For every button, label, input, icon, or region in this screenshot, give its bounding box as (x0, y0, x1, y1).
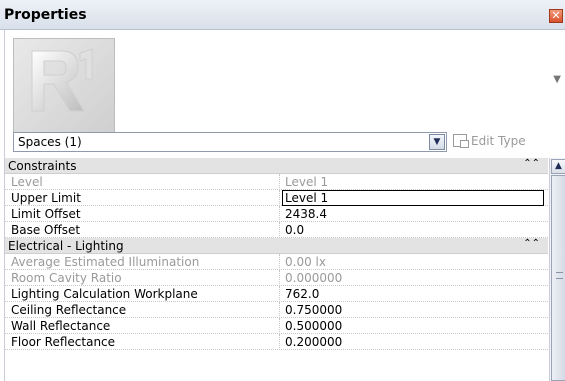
property-name: Room Cavity Ratio (11, 271, 122, 285)
edit-type-icon (453, 134, 469, 148)
type-preview-image (13, 38, 115, 134)
property-row-upper-limit[interactable]: Upper Limit Level 1 (5, 190, 548, 206)
group-header-electrical-lighting[interactable]: Electrical - Lighting ⌃⌃ (5, 238, 548, 254)
group-label: Constraints (8, 159, 77, 173)
edit-type-button[interactable]: Edit Type (453, 134, 526, 148)
properties-panel: ▼ Spaces (1) ▼ Edit Type Constraints ⌃⌃ … (4, 30, 565, 381)
scroll-up-icon[interactable]: ▲ (551, 159, 565, 174)
property-row-level: Level Level 1 (5, 174, 548, 190)
double-chevron-up-icon[interactable]: ⌃⌃ (523, 158, 540, 169)
scrollbar-thumb[interactable] (551, 175, 565, 381)
title-bar: Properties ✕ (0, 0, 565, 30)
properties-grid: Constraints ⌃⌃ Level Level 1 Upper Limit… (5, 158, 548, 350)
property-value[interactable]: 0.750000 (285, 303, 342, 317)
chevron-down-icon[interactable]: ▼ (429, 134, 445, 150)
property-name: Base Offset (11, 223, 81, 237)
close-icon[interactable]: ✕ (549, 9, 563, 23)
preview-dropdown-arrow-icon[interactable]: ▼ (553, 74, 561, 85)
group-header-constraints[interactable]: Constraints ⌃⌃ (5, 158, 548, 174)
property-name: Ceiling Reflectance (11, 303, 127, 317)
revit-logo-icon (31, 48, 93, 112)
property-value: 0.000000 (285, 271, 343, 285)
property-name: Upper Limit (11, 191, 81, 205)
property-row-average-estimated-illumination: Average Estimated Illumination 0.00 lx (5, 254, 548, 270)
property-row-ceiling-reflectance[interactable]: Ceiling Reflectance 0.750000 (5, 302, 548, 318)
property-row-room-cavity-ratio: Room Cavity Ratio 0.000000 (5, 270, 548, 286)
property-name: Wall Reflectance (11, 319, 111, 333)
property-row-floor-reflectance[interactable]: Floor Reflectance 0.200000 (5, 334, 548, 350)
vertical-scrollbar[interactable]: ▲ (549, 158, 565, 381)
property-name: Floor Reflectance (11, 335, 116, 349)
property-value: 0.00 lx (285, 255, 326, 269)
property-name: Level (11, 175, 43, 189)
property-value: Level 1 (285, 175, 329, 189)
group-label: Electrical - Lighting (8, 239, 124, 253)
property-name: Average Estimated Illumination (11, 255, 200, 269)
property-value[interactable]: 0.500000 (285, 319, 342, 333)
type-selector-value: Spaces (1) (18, 135, 82, 149)
property-row-base-offset[interactable]: Base Offset 0.0 (5, 222, 548, 238)
grip-icon (556, 272, 563, 279)
property-value[interactable]: 762.0 (285, 287, 319, 301)
property-value[interactable]: 2438.4 (285, 207, 327, 221)
property-row-wall-reflectance[interactable]: Wall Reflectance 0.500000 (5, 318, 548, 334)
property-row-limit-offset[interactable]: Limit Offset 2438.4 (5, 206, 548, 222)
property-value[interactable]: 0.200000 (285, 335, 342, 349)
edit-type-label: Edit Type (471, 134, 526, 148)
window-title: Properties (4, 7, 87, 23)
property-value[interactable]: 0.0 (285, 223, 304, 237)
double-chevron-up-icon[interactable]: ⌃⌃ (523, 238, 540, 249)
property-value[interactable]: Level 1 (285, 191, 328, 205)
property-name: Lighting Calculation Workplane (11, 287, 198, 301)
type-selector-dropdown[interactable]: Spaces (1) ▼ (13, 132, 447, 152)
property-name: Limit Offset (11, 207, 81, 221)
property-row-lighting-calculation-workplane[interactable]: Lighting Calculation Workplane 762.0 (5, 286, 548, 302)
